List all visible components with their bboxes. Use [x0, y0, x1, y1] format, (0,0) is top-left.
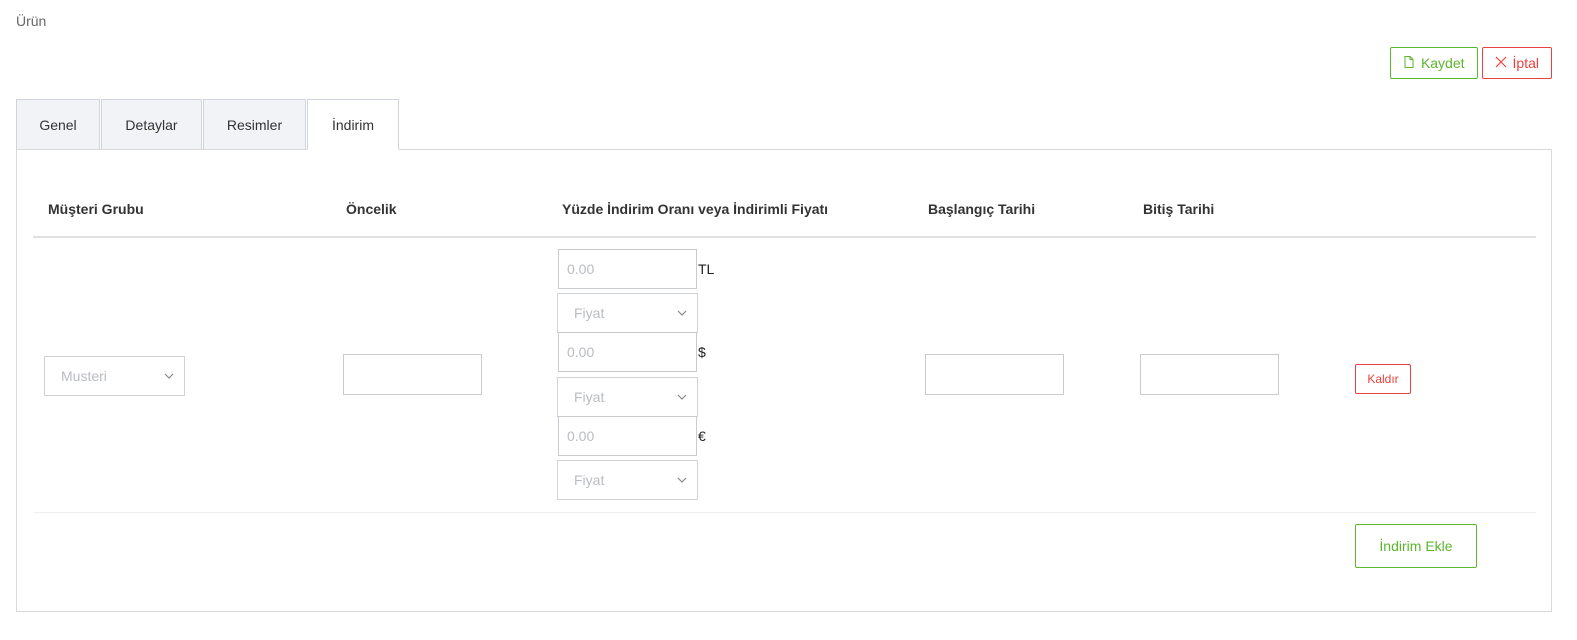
price-input-tl[interactable]: 0.00 — [558, 249, 697, 289]
remove-button[interactable]: Kaldır — [1355, 364, 1411, 394]
price-type-select-eur[interactable]: Fiyat — [557, 460, 698, 500]
header-priority: Öncelik — [346, 201, 397, 217]
discount-panel: Müşteri Grubu Öncelik Yüzde İndirim Oran… — [16, 149, 1552, 612]
save-button[interactable]: Kaydet — [1389, 47, 1478, 79]
tab-bar: Genel Detaylar Resimler İndirim — [16, 99, 400, 150]
price-input-eur[interactable]: 0.00 — [558, 416, 697, 456]
currency-label-tl: TL — [698, 261, 715, 277]
end-date-input[interactable] — [1140, 354, 1279, 395]
price-type-value: Fiyat — [574, 305, 605, 321]
currency-label-eur: € — [698, 428, 706, 444]
tab-detaylar[interactable]: Detaylar — [101, 99, 202, 150]
chevron-down-icon — [677, 389, 687, 405]
cancel-button-label: İptal — [1512, 55, 1539, 71]
cancel-button[interactable]: İptal — [1481, 47, 1552, 79]
header-end-date: Bitiş Tarihi — [1143, 201, 1215, 217]
chevron-down-icon — [677, 305, 687, 321]
price-type-value: Fiyat — [574, 472, 605, 488]
header-customer-group: Müşteri Grubu — [48, 201, 144, 217]
row-divider — [33, 512, 1536, 513]
header-start-date: Başlangıç Tarihi — [928, 201, 1036, 217]
header-discount: Yüzde İndirim Oranı veya İndirimli Fiyat… — [562, 201, 829, 217]
price-type-select-usd[interactable]: Fiyat — [557, 377, 698, 417]
add-discount-button[interactable]: İndirim Ekle — [1355, 524, 1477, 568]
tab-indirim[interactable]: İndirim — [307, 99, 399, 150]
price-input-usd[interactable]: 0.00 — [558, 332, 697, 372]
price-input-eur-placeholder: 0.00 — [567, 428, 595, 444]
start-date-input[interactable] — [925, 354, 1064, 395]
price-input-usd-placeholder: 0.00 — [567, 344, 595, 360]
toolbar: Kaydet İptal — [1389, 47, 1552, 79]
page-title: Ürün — [16, 13, 47, 29]
priority-input[interactable] — [343, 354, 482, 395]
file-icon — [1403, 55, 1415, 71]
price-type-select-tl[interactable]: Fiyat — [557, 293, 698, 333]
customer-group-select[interactable]: Musteri — [44, 356, 185, 396]
tab-genel[interactable]: Genel — [16, 99, 100, 150]
header-divider — [33, 236, 1536, 238]
customer-group-value: Musteri — [61, 368, 107, 384]
price-type-value: Fiyat — [574, 389, 605, 405]
save-button-label: Kaydet — [1420, 55, 1465, 71]
close-icon — [1495, 55, 1507, 71]
chevron-down-icon — [677, 472, 687, 488]
price-input-tl-placeholder: 0.00 — [567, 261, 595, 277]
chevron-down-icon — [164, 368, 174, 384]
tab-resimler[interactable]: Resimler — [203, 99, 306, 150]
currency-label-usd: $ — [698, 344, 706, 360]
